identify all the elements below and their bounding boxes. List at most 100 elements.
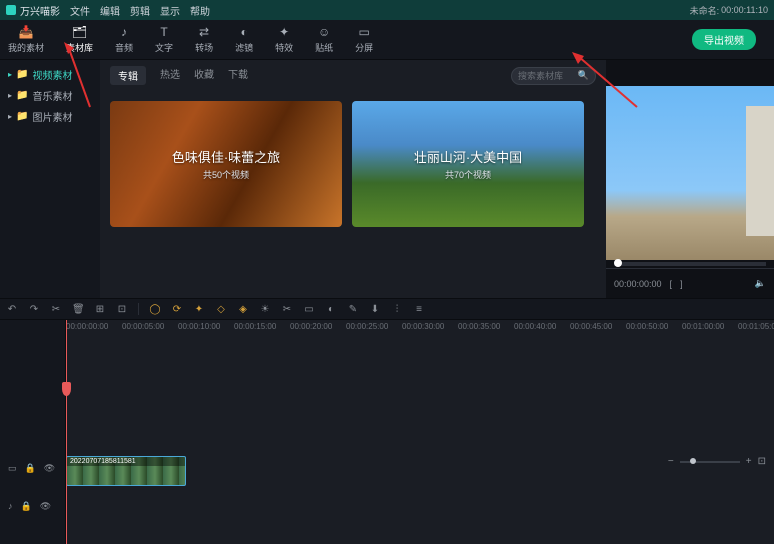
sidebar-item-music[interactable]: ▸📁音乐素材 [6,85,94,106]
timeline-clip[interactable]: 20220707185811581 [66,456,186,486]
chevron-right-icon: ▸ [8,91,12,100]
split-button[interactable]: ✂ [281,304,293,315]
folder-icon: 📁 [16,111,28,122]
sidebar-label: 图片素材 [32,109,72,124]
tab-stickers[interactable]: ☺ 贴纸 [315,25,333,54]
menu-clip[interactable]: 剪辑 [130,3,150,18]
zoom-thumb[interactable] [690,458,696,464]
menu-file[interactable]: 文件 [70,3,90,18]
diamond-button[interactable]: ◈ [237,304,249,315]
content-panel: 专辑 热选 收藏 下载 搜索素材库 🔍 色味俱佳·味蕾之旅 共50个视频 壮丽山… [100,60,606,298]
content-tab-hot[interactable]: 热选 [160,66,180,85]
tab-label: 特效 [275,41,293,54]
timeline-toolbar: ↶ ↷ ✂ 🗑 ⊞ ⊡ ◯ ⟳ ✦ ◇ ◈ ☀ ✂ ▭ ◐ ✎ ⬇ ⫶ ≡ [0,298,774,320]
folder-icon: 📁 [16,90,28,101]
tab-my-media[interactable]: 📥 我的素材 [8,25,44,54]
redo-button[interactable]: ↷ [28,304,40,315]
tab-label: 我的素材 [8,41,44,54]
cut-button[interactable]: ✂ [50,304,62,315]
ruler-tick: 00:00:45:00 [570,322,612,331]
search-icon: 🔍 [578,70,589,81]
ruler-tick: 00:01:00:00 [682,322,724,331]
export-button[interactable]: 导出视频 [692,29,756,50]
tab-audio[interactable]: ♪音频 [115,25,133,54]
album-card-food[interactable]: 色味俱佳·味蕾之旅 共50个视频 [110,101,342,227]
color-button[interactable]: ☀ [259,304,271,315]
mask-button[interactable]: ◐ [325,304,337,315]
tab-label: 贴纸 [315,41,333,54]
preview-image-content [746,106,774,236]
content-tab-download[interactable]: 下载 [228,66,248,85]
menu-view[interactable]: 显示 [160,3,180,18]
music-note-icon: ♪ [121,25,127,39]
sidebar-item-image[interactable]: ▸ 📁 图片素材 [6,106,94,127]
content-toolbar: 专辑 热选 收藏 下载 搜索素材库 🔍 [100,60,606,91]
tab-split-screen[interactable]: ▭分屏 [355,25,373,54]
zoom-fit-button[interactable]: ⊡ [758,456,766,467]
clip-label: 20220707185811581 [67,457,185,466]
download-button[interactable]: ⬇ [369,304,381,315]
tab-text[interactable]: T文字 [155,25,173,54]
playhead[interactable] [66,320,67,544]
chevron-right-icon: ▸ [8,70,12,79]
keyframe-button[interactable]: ◇ [215,304,227,315]
ruler-tick: 00:00:35:00 [458,322,500,331]
time-ruler[interactable]: 00:00:00:0000:00:05:0000:00:10:0000:00:1… [66,320,774,336]
tab-stock-library[interactable]: 🗂素材库 [66,25,93,54]
playhead-handle[interactable] [62,382,71,396]
content-tab-album[interactable]: 专辑 [110,66,146,85]
search-input[interactable]: 搜索素材库 🔍 [511,67,596,85]
effects-button[interactable]: ✦ [193,304,205,315]
tab-label: 滤镜 [235,41,253,54]
volume-icon[interactable]: 🔈 [755,278,766,289]
folder-icon: 📁 [16,69,28,80]
eye-icon[interactable]: 👁 [40,501,51,512]
ruler-tick: 00:00:20:00 [290,322,332,331]
zoom-in-button[interactable]: + [746,456,752,467]
frame-button[interactable]: ⊡ [116,304,128,315]
tab-label: 文字 [155,41,173,54]
mark-out-button[interactable]: ] [680,279,683,289]
zoom-out-button[interactable]: − [668,456,674,467]
audio-track-header[interactable]: ♪ 🔒 👁 [0,492,65,520]
menu-help[interactable]: 帮助 [190,3,210,18]
list-button[interactable]: ≡ [413,304,425,315]
aspect-button[interactable]: ▭ [303,304,315,315]
folder-in-icon: 📥 [19,25,34,39]
edit-button[interactable]: ✎ [347,304,359,315]
chevron-right-icon: ▸ [8,112,12,121]
sidebar-item-video[interactable]: ▸📁视频素材 [6,64,94,85]
zoom-slider[interactable] [680,461,740,463]
eye-icon[interactable]: 👁 [44,463,55,474]
ruler-tick: 00:00:00:00 [66,322,108,331]
tab-filter[interactable]: ◐ 滤镜 [235,25,253,54]
undo-button[interactable]: ↶ [6,304,18,315]
delete-button[interactable]: 🗑 [72,304,84,315]
filter-icon: ◐ [240,25,247,39]
zoom-control: − + ⊡ [668,456,766,467]
card-subtitle: 共50个视频 [203,168,249,181]
document-name: 未命名: [690,4,720,17]
crop-button[interactable]: ⊞ [94,304,106,315]
sticker-icon: ☺ [318,25,330,39]
audio-track-icon: ♪ [8,501,13,511]
more-button[interactable]: ⫶ [391,304,403,315]
tab-effects[interactable]: ✦ 特效 [275,25,293,54]
mark-in-button[interactable]: [ [670,279,673,289]
tab-transition[interactable]: ⇄转场 [195,25,213,54]
track-area[interactable]: 00:00:00:0000:00:05:0000:00:10:0000:00:1… [66,320,774,544]
ruler-tick: 00:00:10:00 [178,322,220,331]
card-title: 色味俱佳·味蕾之旅 [172,147,280,166]
lock-icon[interactable]: 🔒 [25,463,36,474]
menu-edit[interactable]: 编辑 [100,3,120,18]
scrubber-thumb[interactable] [614,259,622,267]
video-track-header[interactable]: ▭ 🔒 👁 [0,454,65,482]
record-button[interactable]: ◯ [149,304,161,315]
content-tab-fav[interactable]: 收藏 [194,66,214,85]
preview-viewport[interactable] [606,86,774,260]
sparkle-icon: ✦ [279,25,289,39]
lock-icon[interactable]: 🔒 [21,501,32,512]
album-card-landscape[interactable]: 壮丽山河·大美中国 共70个视频 [352,101,584,227]
preview-scrubber[interactable] [614,262,766,266]
rotate-button[interactable]: ⟳ [171,304,183,315]
